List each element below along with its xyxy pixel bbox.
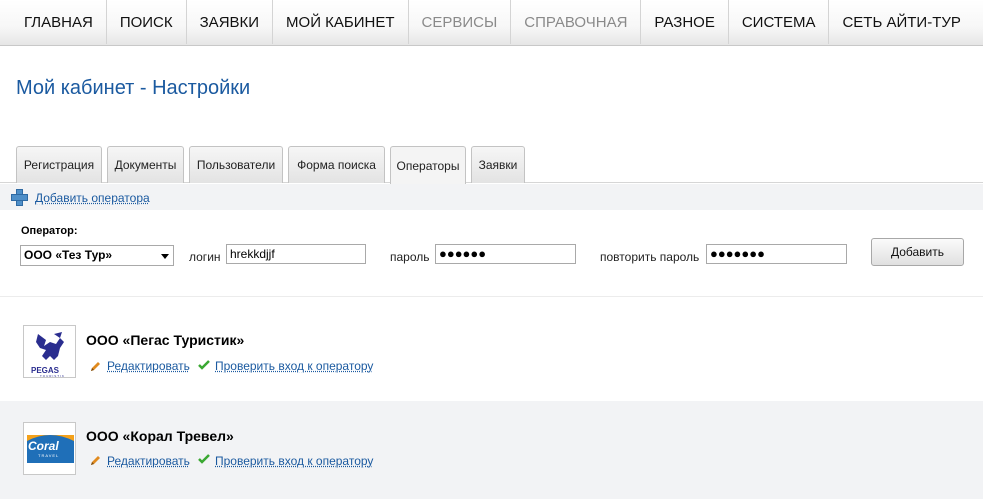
plus-icon[interactable]	[11, 189, 28, 206]
nav-item-network[interactable]: СЕТЬ АЙТИ-ТУР	[829, 0, 973, 44]
operator-name: ООО «Пегас Туристик»	[86, 332, 245, 348]
pencil-icon[interactable]	[90, 454, 102, 466]
chevron-down-icon	[161, 254, 169, 259]
login-input[interactable]: hrekkdjjf	[226, 244, 366, 264]
nav-item-misc[interactable]: РАЗНОЕ	[641, 0, 729, 44]
nav-item-my-cabinet[interactable]: МОЙ КАБИНЕТ	[273, 0, 409, 44]
operator-label: Оператор:	[21, 225, 78, 237]
password-input[interactable]: ●●●●●●	[435, 244, 576, 264]
check-icon[interactable]	[198, 359, 210, 371]
password-label: пароль	[390, 250, 430, 264]
top-navigation: ГЛАВНАЯ ПОИСК ЗАЯВКИ МОЙ КАБИНЕТ СЕРВИСЫ…	[0, 0, 983, 46]
edit-link[interactable]: Редактировать	[107, 359, 190, 373]
settings-tabs: Регистрация Документы Пользователи Форма…	[0, 146, 983, 184]
edit-link[interactable]: Редактировать	[107, 454, 190, 468]
check-login-link[interactable]: Проверить вход к оператору	[215, 359, 373, 373]
repeat-password-label: повторить пароль	[600, 250, 700, 264]
add-operator-link[interactable]: Добавить оператора	[35, 191, 150, 205]
tab-registration[interactable]: Регистрация	[16, 146, 102, 183]
operator-select-value: ООО «Тез Тур»	[24, 248, 113, 262]
login-label: логин	[189, 250, 221, 264]
coral-logo-text: Coral	[28, 439, 59, 453]
operator-row-coral: Coral TRAVEL ООО «Корал Тревел» Редактир…	[0, 401, 983, 499]
nav-item-system[interactable]: СИСТЕМА	[729, 0, 830, 44]
operator-select[interactable]: ООО «Тез Тур»	[20, 245, 174, 266]
tab-users[interactable]: Пользователи	[189, 146, 283, 183]
coral-logo-subtext: TRAVEL	[38, 453, 60, 458]
tab-operators[interactable]: Операторы	[390, 146, 466, 184]
pencil-icon[interactable]	[90, 360, 102, 372]
add-operator-bar: Добавить оператора	[0, 184, 983, 210]
nav-item-reference[interactable]: СПРАВОЧНАЯ	[511, 0, 642, 44]
repeat-password-input[interactable]: ●●●●●●●	[706, 244, 847, 264]
operator-row-pegas: PEGAS TOURISTIK ООО «Пегас Туристик» Ред…	[0, 305, 983, 401]
check-login-link[interactable]: Проверить вход к оператору	[215, 454, 373, 468]
pegas-logo-subtext: TOURISTIK	[40, 374, 65, 378]
check-icon[interactable]	[198, 453, 210, 465]
tab-documents[interactable]: Документы	[107, 146, 184, 183]
operator-name: ООО «Корал Тревел»	[86, 428, 234, 444]
nav-item-search[interactable]: ПОИСК	[107, 0, 187, 44]
divider	[0, 296, 983, 297]
page-title: Мой кабинет - Настройки	[16, 77, 251, 99]
nav-item-orders[interactable]: ЗАЯВКИ	[187, 0, 274, 44]
nav-item-services[interactable]: СЕРВИСЫ	[409, 0, 512, 44]
add-button[interactable]: Добавить	[871, 238, 964, 266]
tab-orders[interactable]: Заявки	[471, 146, 525, 183]
nav-item-main[interactable]: ГЛАВНАЯ	[11, 0, 107, 44]
tab-search-form[interactable]: Форма поиска	[288, 146, 385, 183]
